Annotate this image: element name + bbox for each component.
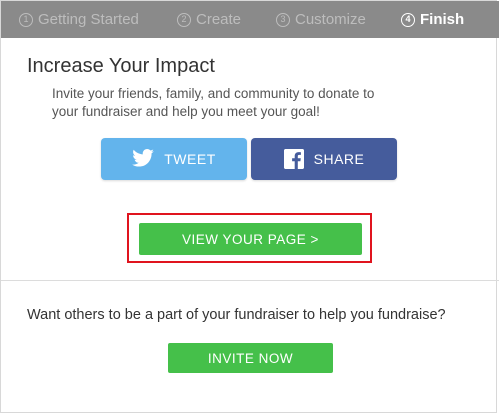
view-your-page-button[interactable]: VIEW YOUR PAGE > — [139, 223, 362, 255]
step-label: Customize — [295, 11, 366, 28]
step-number-badge: 4 — [401, 12, 415, 27]
twitter-bird-icon — [132, 148, 155, 170]
step-finish: 4 Finish — [401, 1, 464, 38]
facebook-share-button[interactable]: SHARE — [251, 138, 397, 180]
step-number-badge: 2 — [177, 12, 191, 27]
step-number-badge: 1 — [19, 12, 33, 27]
invite-now-button[interactable]: INVITE NOW — [168, 343, 333, 373]
step-getting-started: 1 Getting Started — [19, 1, 139, 38]
facebook-icon — [283, 149, 304, 169]
tweet-button[interactable]: TWEET — [101, 138, 247, 180]
section-divider — [1, 280, 499, 281]
step-customize: 3 Customize — [276, 1, 366, 38]
page-frame: 1 Getting Started 2 Create 3 Customize 4… — [0, 0, 499, 413]
invite-prompt: Want others to be a part of your fundrai… — [27, 307, 446, 323]
share-label: SHARE — [313, 151, 365, 167]
step-label: Create — [196, 11, 242, 28]
step-number-badge: 3 — [276, 12, 290, 27]
step-label: Getting Started — [38, 11, 139, 28]
tweet-label: TWEET — [164, 151, 216, 167]
step-create: 2 Create — [177, 1, 241, 38]
impact-title: Increase Your Impact — [27, 55, 215, 77]
progress-steps: 1 Getting Started 2 Create 3 Customize 4… — [1, 1, 499, 38]
impact-description: Invite your friends, family, and communi… — [52, 86, 375, 119]
step-label: Finish — [420, 11, 465, 28]
